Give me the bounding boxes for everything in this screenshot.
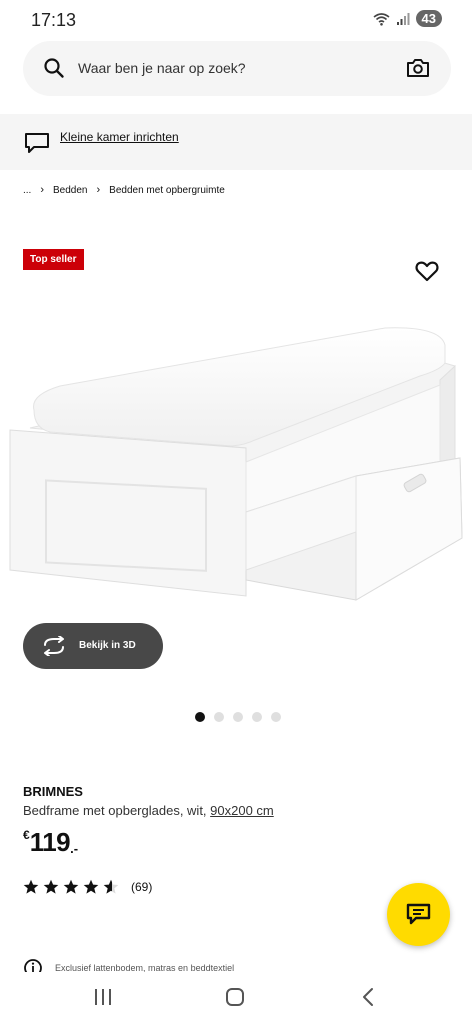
status-icons: 43 [373, 10, 442, 27]
search-bar[interactable]: Waar ben je naar op zoek? [23, 41, 451, 96]
room-inspiration-link[interactable]: Kleine kamer inrichten [60, 130, 179, 144]
product-image[interactable] [0, 300, 472, 620]
breadcrumb: ... › Bedden › Bedden met opbergruimte [23, 184, 225, 196]
rating-count: (69) [131, 880, 153, 894]
system-nav-bar [0, 972, 472, 1024]
star-icon [43, 879, 59, 894]
carousel-dot[interactable] [271, 712, 281, 722]
search-input[interactable]: Waar ben je naar op zoek? [78, 60, 246, 76]
star-icon [23, 879, 39, 894]
note-text: Exclusief lattenbodem, matras en beddtex… [55, 963, 235, 972]
carousel-dot[interactable] [252, 712, 262, 722]
product-name: BRIMNES [23, 784, 83, 799]
breadcrumb-ellipsis[interactable]: ... [23, 185, 31, 196]
carousel-dot[interactable] [195, 712, 205, 722]
chevron-right-icon: › [96, 184, 101, 196]
carousel-dot[interactable] [233, 712, 243, 722]
top-seller-badge: Top seller [23, 249, 84, 270]
breadcrumb-item-storage-beds[interactable]: Bedden met opbergruimte [109, 185, 225, 196]
nav-recents-icon[interactable] [93, 988, 113, 1006]
breadcrumb-item-bedden[interactable]: Bedden [53, 185, 87, 196]
room-inspiration-bar: Kleine kamer inrichten [0, 114, 472, 170]
product-note: Exclusief lattenbodem, matras en beddtex… [23, 958, 472, 972]
star-icon [83, 879, 99, 894]
view-3d-button[interactable]: Bekijk in 3D [23, 623, 163, 669]
info-icon [24, 959, 42, 972]
price-integer: 119 [29, 827, 71, 857]
product-price: € 119 .- [23, 827, 78, 857]
price-suffix: .- [70, 841, 79, 856]
signal-icon [396, 12, 410, 25]
chat-icon [406, 903, 431, 925]
chat-outline-icon [25, 133, 49, 153]
rotate-3d-icon [44, 636, 64, 656]
view-3d-label: Bekijk in 3D [79, 640, 136, 651]
chat-button[interactable] [387, 883, 450, 946]
status-time: 17:13 [31, 10, 77, 30]
status-bar: 17:13 43 [0, 0, 472, 40]
carousel-dot[interactable] [214, 712, 224, 722]
chevron-right-icon: › [40, 184, 45, 196]
rating-stars [23, 879, 119, 894]
nav-back-icon[interactable] [360, 987, 376, 1007]
carousel-dots [195, 712, 281, 722]
price-currency: € [23, 828, 30, 842]
product-size-link[interactable]: 90x200 cm [210, 803, 274, 818]
battery-indicator: 43 [415, 10, 442, 27]
product-rating[interactable]: (69) [23, 879, 152, 895]
heart-icon[interactable] [415, 260, 439, 282]
wifi-icon [373, 12, 390, 26]
search-icon [44, 58, 64, 78]
nav-home-icon[interactable] [225, 987, 245, 1007]
star-icon [63, 879, 79, 894]
product-description: Bedframe met opberglades, wit, 90x200 cm [23, 803, 274, 818]
camera-icon[interactable] [406, 57, 430, 79]
product-description-text: Bedframe met opberglades, wit, [23, 803, 211, 818]
